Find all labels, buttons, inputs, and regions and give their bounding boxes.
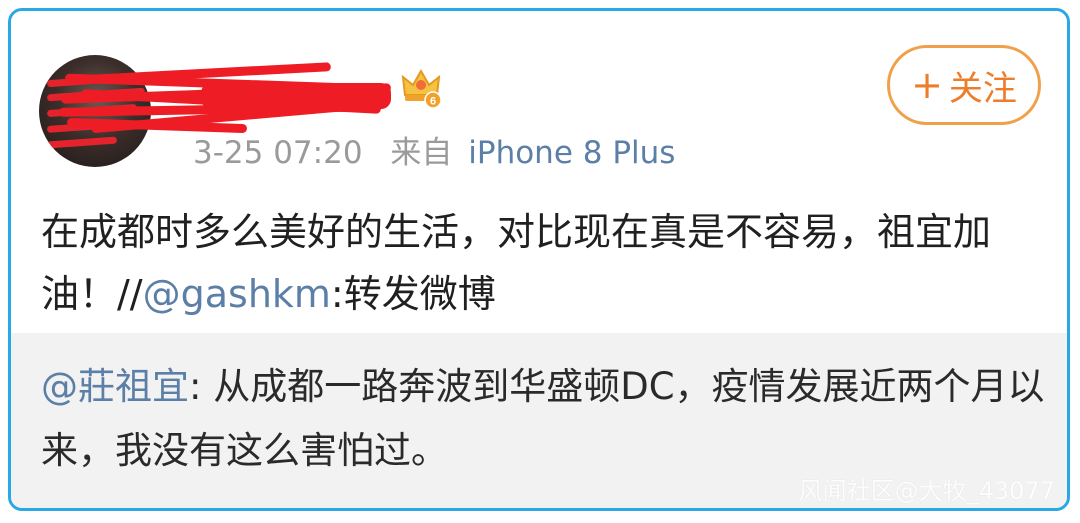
vip-crown-icon[interactable]: 6 bbox=[399, 65, 443, 109]
post-text-tail: :转发微博 bbox=[330, 272, 496, 316]
vip-level: 6 bbox=[430, 96, 436, 108]
weibo-post-card: 6 + 关注 3-25 07:20 来自 iPhone 8 Plus 在成都时多… bbox=[8, 8, 1070, 511]
follow-button[interactable]: + 关注 bbox=[887, 45, 1041, 125]
source-label: 来自 bbox=[390, 135, 453, 171]
mention-link[interactable]: @gashkm bbox=[143, 272, 331, 316]
quoted-original-post[interactable]: @莊祖宜: 从成都一路奔波到华盛顿DC，疫情发展近两个月以来，我没有这么害怕过。… bbox=[11, 333, 1067, 508]
post-timestamp[interactable]: 3-25 07:20 bbox=[193, 135, 363, 171]
repost-section: 6 + 关注 3-25 07:20 来自 iPhone 8 Plus 在成都时多… bbox=[11, 11, 1067, 333]
watermark: 风闻社区@大牧_43077 bbox=[798, 477, 1055, 505]
quoted-body: : 从成都一路奔波到华盛顿DC，疫情发展近两个月以来，我没有这么害怕过。 bbox=[41, 365, 1045, 472]
follow-label: 关注 bbox=[948, 68, 1017, 109]
post-text: 在成都时多么美好的生活，对比现在真是不容易，祖宜加油！//@gashkm:转发微… bbox=[41, 201, 1051, 325]
quoted-author-mention[interactable]: @莊祖宜 bbox=[41, 365, 189, 408]
plus-icon: + bbox=[911, 63, 943, 107]
source-device-link[interactable]: iPhone 8 Plus bbox=[468, 135, 675, 171]
post-meta: 3-25 07:20 来自 iPhone 8 Plus bbox=[193, 127, 675, 172]
quoted-text: @莊祖宜: 从成都一路奔波到华盛顿DC，疫情发展近两个月以来，我没有这么害怕过。 bbox=[41, 355, 1051, 483]
